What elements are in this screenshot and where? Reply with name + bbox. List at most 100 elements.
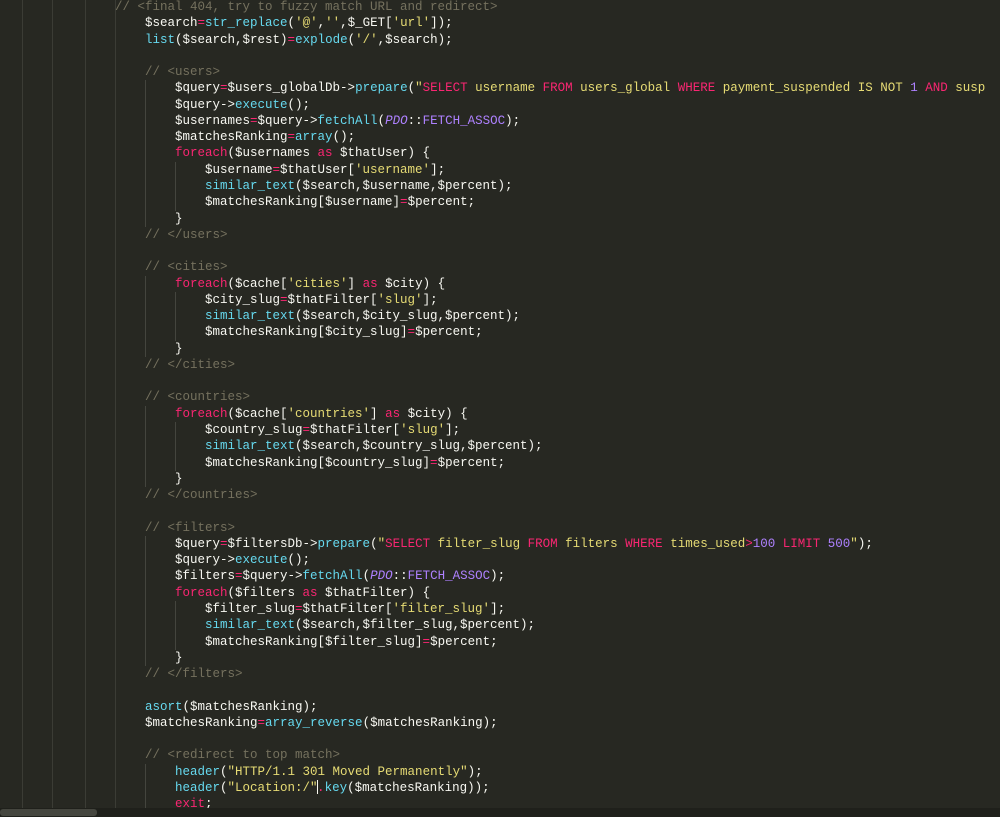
code-token: 1 <box>910 81 918 96</box>
code-token: WHERE <box>677 81 716 96</box>
code-token: ; <box>205 797 213 808</box>
code-token: execute <box>235 553 288 568</box>
code-line[interactable]: $matchesRanking[$country_slug]=$percent; <box>0 455 505 471</box>
code-token: header <box>175 764 221 779</box>
code-line[interactable]: // <users> <box>0 64 220 80</box>
code-line[interactable]: foreach($usernames as $thatUser) { <box>0 145 430 161</box>
code-token: " <box>850 536 858 551</box>
code-token: ( <box>287 16 296 31</box>
code-token: ); <box>857 536 873 551</box>
code-token: ] <box>370 406 386 421</box>
code-token: $query-> <box>175 553 236 568</box>
code-token: exit <box>175 797 206 808</box>
code-line[interactable]: $matchesRanking=array_reverse($matchesRa… <box>0 715 498 731</box>
code-token: '/' <box>355 32 378 47</box>
code-token: key <box>324 780 348 795</box>
code-line[interactable]: } <box>0 650 183 666</box>
code-token: username <box>467 81 543 96</box>
code-line[interactable]: $query=$users_globalDb->prepare("SELECT … <box>0 80 985 96</box>
code-line[interactable]: // <redirect to top match> <box>0 747 340 763</box>
code-token: $percent; <box>437 455 506 470</box>
code-token: = <box>287 130 296 145</box>
code-token: ($matchesRanking); <box>182 699 318 714</box>
code-line[interactable]: $filter_slug=$thatFilter['filter_slug']; <box>0 601 505 617</box>
code-token: ); <box>505 113 521 128</box>
code-token: susp <box>947 81 986 96</box>
horizontal-scrollbar[interactable] <box>0 808 1000 817</box>
code-token: asort <box>145 699 183 714</box>
scrollbar-thumb[interactable] <box>0 809 97 816</box>
code-token: = <box>272 162 281 177</box>
code-token: 'countries' <box>287 406 371 421</box>
code-line[interactable]: // </cities> <box>0 357 235 373</box>
code-line[interactable]: foreach($filters as $thatFilter) { <box>0 585 430 601</box>
code-line[interactable]: similar_text($search,$city_slug,$percent… <box>0 308 520 324</box>
code-line[interactable]: $matchesRanking[$city_slug]=$percent; <box>0 324 483 340</box>
code-token: $thatFilter[ <box>287 292 378 307</box>
code-line[interactable]: similar_text($search,$country_slug,$perc… <box>0 438 543 454</box>
code-line[interactable]: } <box>0 211 183 227</box>
code-line[interactable]: // </users> <box>0 227 228 243</box>
code-token: (); <box>332 130 356 145</box>
code-line[interactable]: $query->execute(); <box>0 97 310 113</box>
code-token: ( <box>362 569 371 584</box>
code-line[interactable]: // </filters> <box>0 666 243 682</box>
code-token: as <box>385 406 401 421</box>
code-line[interactable]: asort($matchesRanking); <box>0 699 318 715</box>
code-line[interactable]: foreach($cache['cities'] as $city) { <box>0 276 445 292</box>
code-line[interactable]: // <filters> <box>0 520 235 536</box>
code-line[interactable]: } <box>0 471 183 487</box>
code-token: $percent; <box>430 634 498 649</box>
code-line[interactable]: header("Location:/".key($matchesRanking)… <box>0 779 490 796</box>
code-line[interactable]: // <countries> <box>0 389 250 405</box>
code-token: // <users> <box>145 65 221 80</box>
code-token: 'cities' <box>287 276 348 291</box>
code-token: ($filters <box>227 585 303 600</box>
code-line[interactable]: $username=$thatUser['username']; <box>0 162 445 178</box>
code-token: FETCH_ASSOC <box>422 113 506 128</box>
code-token: $percent; <box>415 325 483 340</box>
code-token: WHERE <box>625 536 663 551</box>
code-line[interactable]: // <final 404, try to fuzzy match URL an… <box>0 0 498 15</box>
code-line[interactable]: $query=$filtersDb->prepare("SELECT filte… <box>0 536 873 552</box>
code-editor[interactable]: // <final 404, try to fuzzy match URL an… <box>0 0 1000 808</box>
code-line[interactable]: similar_text($search,$username,$percent)… <box>0 178 513 194</box>
code-token: $matchesRanking <box>145 715 258 730</box>
code-token: $filtersDb-> <box>227 536 318 551</box>
code-token: 500 <box>827 536 851 551</box>
code-token: fetchAll <box>302 569 363 584</box>
code-line[interactable]: $matchesRanking[$username]=$percent; <box>0 194 475 210</box>
code-token: , <box>317 16 326 31</box>
code-token: $query-> <box>175 97 236 112</box>
code-line[interactable]: foreach($cache['countries'] as $city) { <box>0 406 468 422</box>
code-line[interactable]: $matchesRanking[$filter_slug]=$percent; <box>0 634 498 650</box>
code-token: ($matchesRanking); <box>362 715 498 730</box>
code-token: $filter_slug <box>205 601 296 616</box>
code-token: ( <box>407 81 416 96</box>
code-line[interactable]: exit; <box>0 796 213 808</box>
code-token: = <box>430 455 438 470</box>
code-token: similar_text <box>205 178 296 193</box>
code-line[interactable]: similar_text($search,$filter_slug,$perce… <box>0 617 535 633</box>
code-line[interactable]: header("HTTP/1.1 301 Moved Permanently")… <box>0 764 483 780</box>
code-line[interactable]: $filters=$query->fetchAll(PDO::FETCH_ASS… <box>0 568 505 584</box>
code-token: ($matchesRanking)); <box>347 780 490 795</box>
code-token: as <box>362 276 378 291</box>
code-line[interactable]: } <box>0 341 183 357</box>
code-line[interactable]: $city_slug=$thatFilter['slug']; <box>0 292 438 308</box>
code-line[interactable]: $search=str_replace('@','',$_GET['url'])… <box>0 15 453 31</box>
code-token: $usernames <box>175 113 251 128</box>
code-token: foreach <box>175 146 228 161</box>
code-line[interactable]: $country_slug=$thatFilter['slug']; <box>0 422 460 438</box>
code-line[interactable]: // </countries> <box>0 487 258 503</box>
code-line[interactable]: $matchesRanking=array(); <box>0 129 355 145</box>
code-token: filter_slug <box>430 536 528 551</box>
code-token: // <filters> <box>145 520 236 535</box>
code-line[interactable]: $usernames=$query->fetchAll(PDO::FETCH_A… <box>0 113 520 129</box>
code-line[interactable]: // <cities> <box>0 259 228 275</box>
code-token: // <final 404, try to fuzzy match URL an… <box>115 0 498 14</box>
code-line[interactable]: $query->execute(); <box>0 552 310 568</box>
code-line[interactable]: list($search,$rest)=explode('/',$search)… <box>0 32 453 48</box>
code-token: = <box>295 601 303 616</box>
